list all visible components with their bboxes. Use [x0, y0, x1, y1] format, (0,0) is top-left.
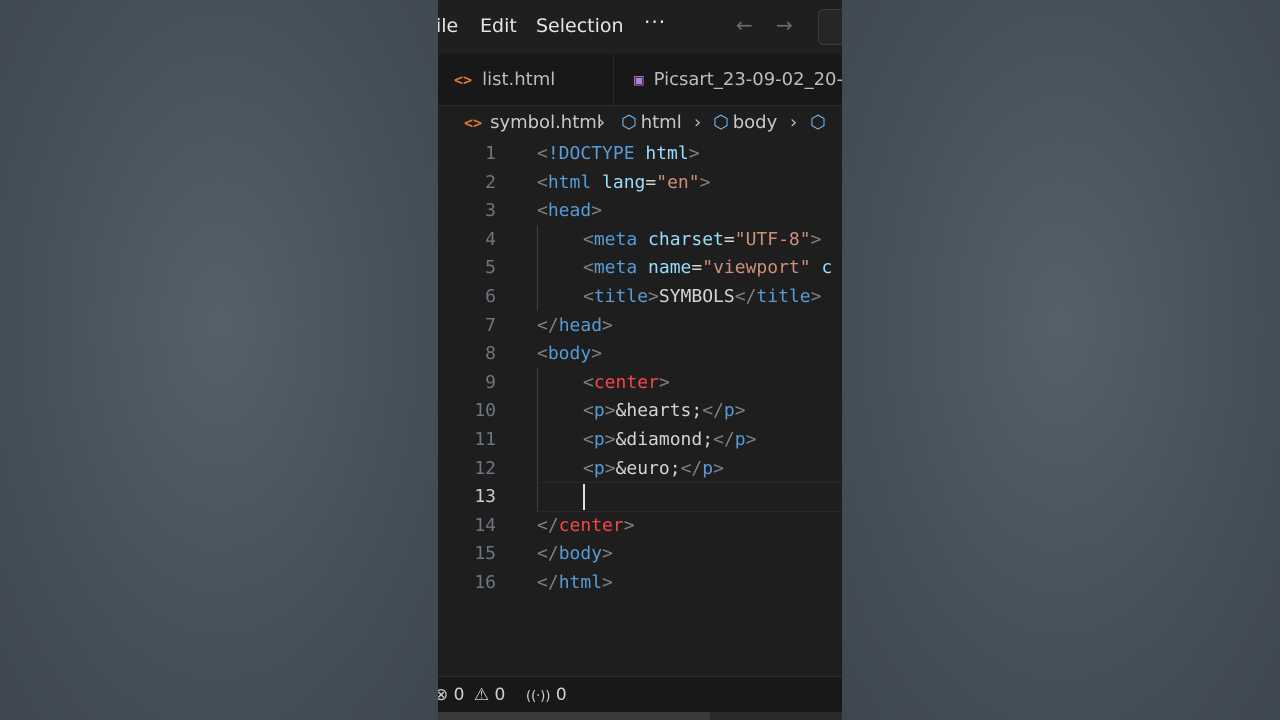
code-text: <!DOCTYPE html> [537, 143, 700, 164]
ports-indicator[interactable]: ((·)) 0 [526, 685, 567, 705]
line-number: 4 [485, 228, 496, 250]
code-line: 2 <html lang="en"> [438, 169, 842, 198]
back-arrow-icon[interactable]: ← [736, 13, 753, 37]
tab-label: list.html [482, 69, 556, 90]
code-text: <meta charset="UTF-8"> [583, 228, 822, 250]
horizontal-scrollbar[interactable] [438, 712, 842, 720]
scrollbar-thumb[interactable] [438, 712, 710, 720]
breadcrumb-center[interactable]: ⬡ [810, 112, 830, 133]
code-text: </body> [537, 543, 613, 565]
breadcrumb-html-label: html [640, 112, 682, 133]
breadcrumb-separator-icon: › [598, 112, 606, 133]
code-line: 6 <title>SYMBOLS</title> [438, 283, 842, 312]
code-text: <body> [537, 343, 603, 365]
line-number: 14 [474, 514, 496, 536]
code-line: 10 <p>&hearts;</p> [438, 397, 842, 426]
line-number: 13 [474, 486, 496, 508]
code-text: <meta name="viewport" c [583, 257, 833, 279]
problems-indicator[interactable]: ⊗ 0 ⚠ 0 [438, 685, 505, 705]
breadcrumb-file-label: symbol.html [490, 112, 602, 133]
command-center-box[interactable] [818, 9, 842, 45]
menu-selection[interactable]: Selection [536, 15, 624, 37]
text-cursor [583, 484, 585, 511]
element-cube-icon: ⬡ [713, 112, 729, 133]
breadcrumb-body[interactable]: ⬡ body [713, 112, 777, 133]
tab-picsart-image[interactable]: ▣ Picsart_23-09-02_20- [614, 54, 842, 105]
code-text: <center> [583, 371, 670, 393]
code-text: <head> [537, 200, 603, 222]
code-text: <html lang="en"> [537, 171, 711, 193]
editor-window: ile Edit Selection ··· ← → <> list.html … [438, 0, 842, 720]
code-line: 4 <meta charset="UTF-8"> [438, 226, 842, 255]
more-menu-icon[interactable]: ··· [644, 10, 666, 34]
ports-count: 0 [555, 685, 567, 705]
code-text: <p>&hearts;</p> [583, 400, 746, 422]
code-line: 1 <!DOCTYPE html> [438, 140, 842, 169]
breadcrumb-file[interactable]: <> symbol.html [464, 112, 602, 133]
element-cube-icon: ⬡ [810, 112, 826, 133]
broadcast-icon: ((·)) [526, 689, 551, 704]
code-line: 3 <head> [438, 197, 842, 226]
line-number: 2 [485, 171, 496, 193]
code-line: 5 <meta name="viewport" c [438, 254, 842, 283]
forward-arrow-icon[interactable]: → [776, 13, 793, 37]
line-number: 16 [474, 572, 496, 593]
line-number: 8 [485, 343, 496, 365]
background-left [0, 0, 438, 720]
error-count: 0 [453, 685, 465, 705]
code-line: 11 <p>&diamond;</p> [438, 426, 842, 455]
code-editor[interactable]: 1 <!DOCTYPE html> 2 <html lang="en"> 3 <… [438, 140, 842, 676]
tab-list-html[interactable]: <> list.html [438, 54, 614, 105]
breadcrumb-separator-icon: › [790, 112, 798, 133]
error-icon: ⊗ [438, 685, 449, 705]
line-number: 7 [485, 314, 496, 336]
code-text: </center> [537, 514, 635, 536]
menu-edit[interactable]: Edit [480, 15, 517, 37]
line-number: 10 [474, 400, 496, 422]
code-text: <p>&euro;</p> [583, 457, 724, 479]
image-file-icon: ▣ [634, 70, 644, 89]
code-line: 14 </center> [438, 512, 842, 541]
code-line: 9 <center> [438, 369, 842, 398]
line-number: 6 [485, 286, 496, 307]
warning-count: 0 [494, 685, 506, 705]
code-text: </html> [537, 572, 613, 593]
line-number: 3 [485, 200, 496, 222]
menu-bar: ile Edit Selection ··· ← → [438, 0, 842, 54]
line-number: 5 [485, 257, 496, 279]
code-text: <title>SYMBOLS</title> [583, 286, 822, 307]
html-file-icon: <> [464, 113, 483, 132]
tab-label: Picsart_23-09-02_20- [653, 69, 842, 90]
line-number: 15 [474, 543, 496, 565]
code-line: 8 <body> [438, 340, 842, 369]
breadcrumb-body-label: body [732, 112, 778, 133]
breadcrumb: <> symbol.html › ⬡ html › ⬡ body › ⬡ [438, 106, 842, 140]
menu-file[interactable]: ile [438, 15, 458, 37]
code-line: 15 </body> [438, 540, 842, 569]
code-line: 7 </head> [438, 312, 842, 341]
element-cube-icon: ⬡ [621, 112, 637, 133]
breadcrumb-separator-icon: › [694, 112, 702, 133]
tab-bar: <> list.html ▣ Picsart_23-09-02_20- [438, 54, 842, 106]
code-text: <p>&diamond;</p> [583, 429, 757, 450]
line-number: 9 [485, 371, 496, 393]
line-number: 12 [474, 457, 496, 479]
line-number: 1 [485, 143, 496, 164]
breadcrumb-html[interactable]: ⬡ html [621, 112, 682, 133]
background-right [842, 0, 1280, 720]
warning-icon: ⚠ [473, 685, 490, 705]
html-file-icon: <> [454, 70, 473, 89]
line-number: 11 [474, 429, 496, 450]
code-text: </head> [537, 314, 613, 336]
status-bar: ⊗ 0 ⚠ 0 ((·)) 0 [438, 676, 842, 713]
code-line: 16 </html> [438, 569, 842, 598]
code-line: 12 <p>&euro;</p> [438, 455, 842, 484]
code-line-current: 13 [438, 483, 842, 512]
